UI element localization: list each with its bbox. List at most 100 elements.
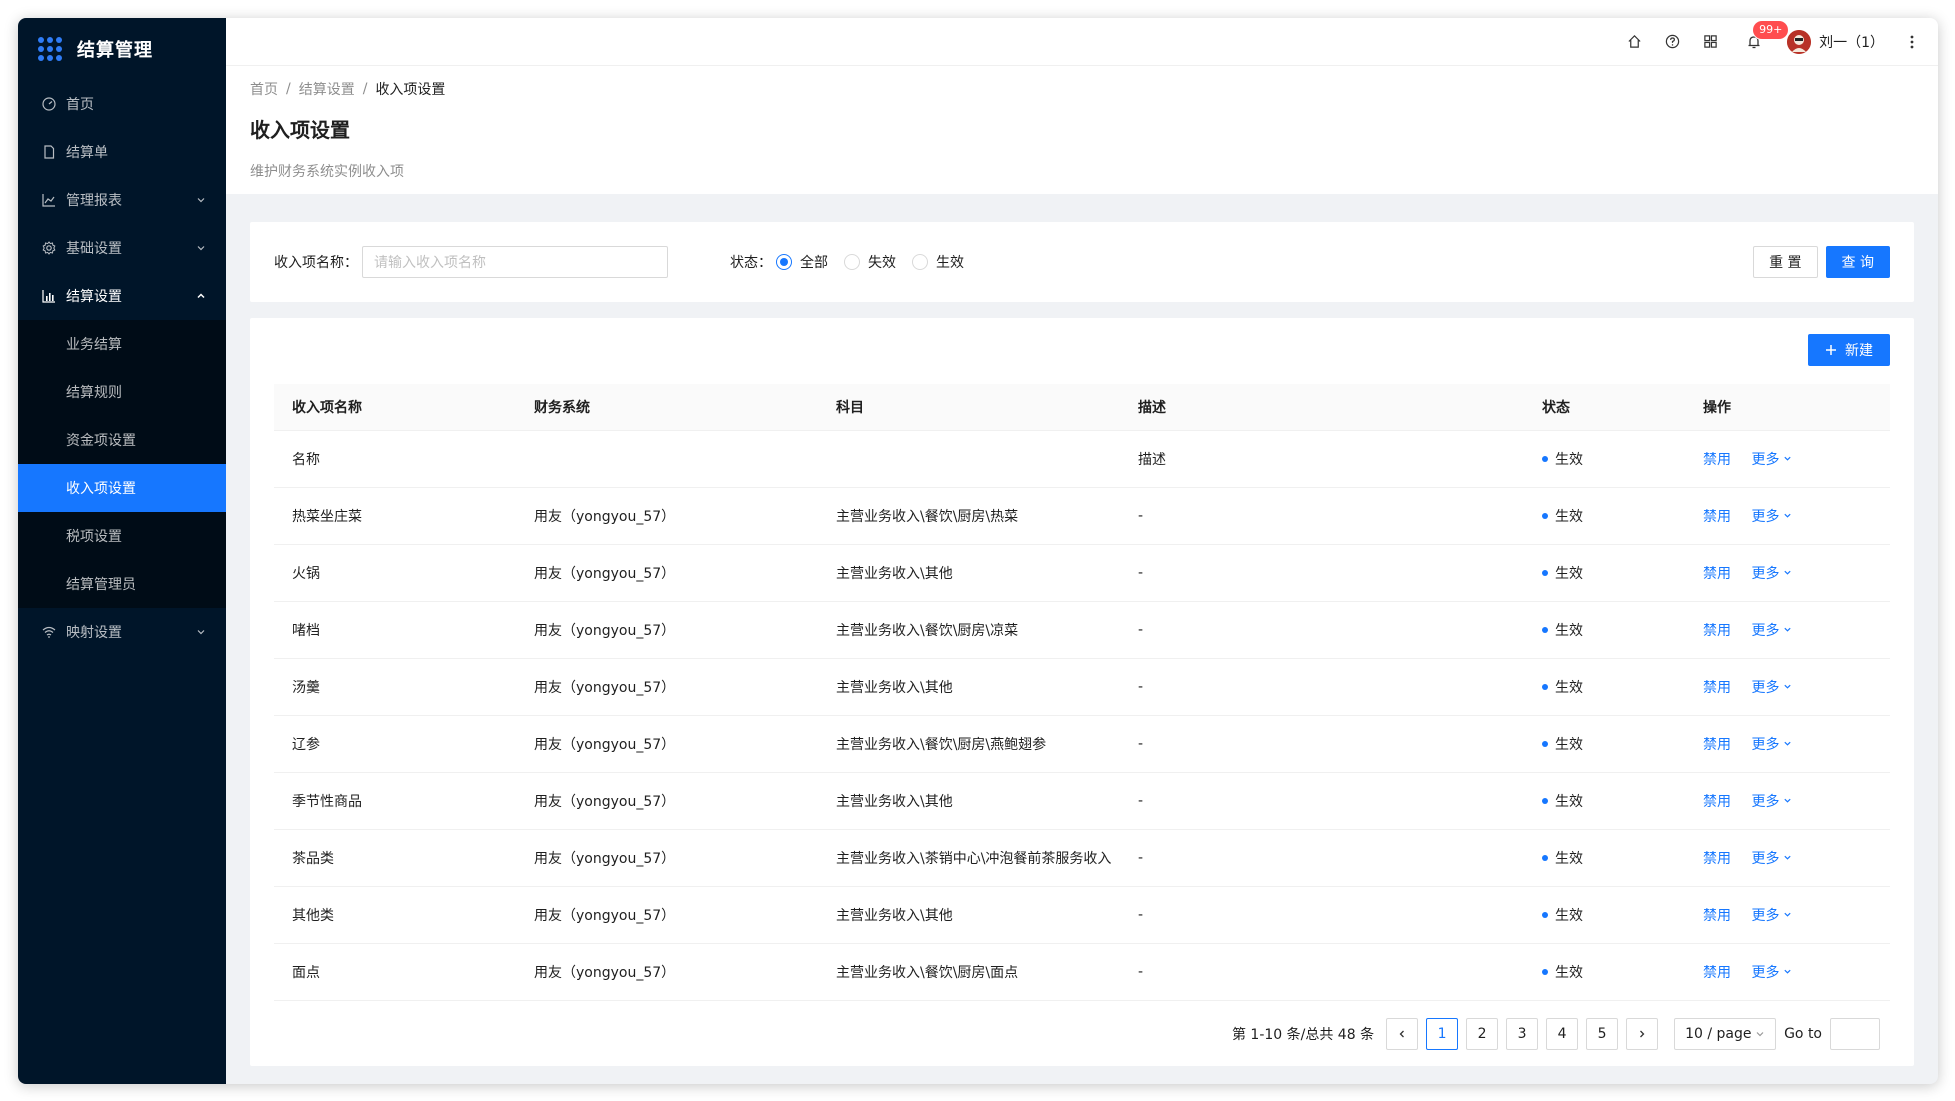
more-dropdown[interactable]: 更多 bbox=[1751, 449, 1792, 469]
prev-page-button[interactable] bbox=[1386, 1018, 1419, 1050]
cell-system: 用友（yongyou_57） bbox=[516, 715, 818, 773]
cell-status: 生效 bbox=[1524, 601, 1685, 659]
query-button[interactable]: 查 询 bbox=[1825, 246, 1890, 278]
disable-link[interactable]: 禁用 bbox=[1703, 680, 1731, 696]
status-dot bbox=[1542, 854, 1548, 861]
pagination: 第 1-10 条/总共 48 条 1 2 3 4 5 10 / page Go … bbox=[1232, 1018, 1880, 1050]
disable-link[interactable]: 禁用 bbox=[1703, 509, 1731, 525]
next-page-button[interactable] bbox=[1626, 1018, 1659, 1050]
chevron-down-icon bbox=[1784, 855, 1792, 860]
sidebar-subitem-settlement-rules[interactable]: 结算规则 bbox=[18, 368, 226, 416]
cell-status: 生效 bbox=[1524, 772, 1685, 830]
more-dropdown[interactable]: 更多 bbox=[1751, 734, 1792, 754]
disable-link[interactable]: 禁用 bbox=[1703, 794, 1731, 810]
user-name: 刘一（1） bbox=[1819, 34, 1884, 51]
income-item-name-input[interactable] bbox=[362, 246, 668, 278]
page-button[interactable]: 4 bbox=[1546, 1018, 1579, 1050]
disable-link[interactable]: 禁用 bbox=[1703, 566, 1731, 582]
disable-link[interactable]: 禁用 bbox=[1703, 965, 1731, 981]
sidebar-item-home[interactable]: 首页 bbox=[18, 80, 226, 128]
reset-button[interactable]: 重 置 bbox=[1753, 246, 1818, 278]
app-logo[interactable]: 结算管理 bbox=[18, 18, 226, 80]
cell-actions: 禁用 更多 bbox=[1685, 715, 1890, 773]
status-text: 生效 bbox=[1555, 907, 1583, 924]
page-button[interactable]: 3 bbox=[1506, 1018, 1539, 1050]
cell-description: - bbox=[1120, 658, 1524, 716]
new-button[interactable]: 新建 bbox=[1808, 334, 1890, 366]
status-badge: 生效 bbox=[1542, 962, 1583, 982]
cell-actions: 禁用 更多 bbox=[1685, 658, 1890, 716]
status-text: 生效 bbox=[1555, 736, 1583, 753]
breadcrumb-home[interactable]: 首页 bbox=[250, 79, 278, 99]
status-text: 生效 bbox=[1555, 793, 1583, 810]
status-badge: 生效 bbox=[1542, 563, 1583, 583]
sidebar-item-label: 结算单 bbox=[66, 145, 108, 161]
sidebar-item-label: 管理报表 bbox=[66, 193, 122, 209]
breadcrumb-settlement-settings[interactable]: 结算设置 bbox=[299, 79, 355, 99]
chevron-left-icon bbox=[1399, 1030, 1405, 1038]
cell-description: - bbox=[1120, 715, 1524, 773]
sidebar-item-label: 映射设置 bbox=[66, 625, 122, 641]
home-icon[interactable] bbox=[1615, 23, 1653, 61]
status-radio-valid[interactable]: 生效 bbox=[912, 252, 964, 272]
pagination-total: 第 1-10 条/总共 48 条 bbox=[1231, 1027, 1375, 1043]
chevron-right-icon bbox=[1640, 1030, 1645, 1038]
status-dot bbox=[1542, 797, 1548, 804]
disable-link[interactable]: 禁用 bbox=[1703, 737, 1731, 753]
apps-icon[interactable] bbox=[1691, 23, 1729, 61]
sidebar-subitem-income-items[interactable]: 收入项设置 bbox=[18, 464, 226, 512]
chevron-down-icon bbox=[1784, 912, 1792, 917]
disable-link[interactable]: 禁用 bbox=[1703, 452, 1731, 468]
chevron-down-icon bbox=[197, 246, 205, 251]
app-title: 结算管理 bbox=[77, 40, 153, 61]
disable-link[interactable]: 禁用 bbox=[1703, 623, 1731, 639]
status-text: 生效 bbox=[1555, 565, 1583, 582]
page-size-select[interactable]: 10 / page bbox=[1674, 1018, 1777, 1050]
sidebar-subitem-tax-items[interactable]: 税项设置 bbox=[18, 512, 226, 560]
user-menu[interactable]: 刘一（1） bbox=[1787, 29, 1884, 54]
more-dropdown[interactable]: 更多 bbox=[1751, 563, 1792, 583]
sidebar-item-reports[interactable]: 管理报表 bbox=[18, 176, 226, 224]
sidebar-subitem-settlement-admins[interactable]: 结算管理员 bbox=[18, 560, 226, 608]
more-dropdown[interactable]: 更多 bbox=[1751, 962, 1792, 982]
status-radio-all[interactable]: 全部 bbox=[776, 252, 828, 272]
sidebar-item-statements[interactable]: 结算单 bbox=[18, 128, 226, 176]
dashboard-icon bbox=[42, 97, 56, 111]
search-form: 收入项名称： 状态： 全部 失效 生效 重 置 查 询 bbox=[250, 222, 1914, 302]
status-dot bbox=[1542, 569, 1548, 576]
page-button[interactable]: 5 bbox=[1586, 1018, 1619, 1050]
help-icon[interactable] bbox=[1653, 23, 1691, 61]
page-button[interactable]: 2 bbox=[1466, 1018, 1499, 1050]
more-dropdown[interactable]: 更多 bbox=[1751, 791, 1792, 811]
cell-name: 热菜坐庄菜 bbox=[274, 487, 516, 545]
sidebar-subitem-fund-items[interactable]: 资金项设置 bbox=[18, 416, 226, 464]
top-header: 99+ 刘一（1） bbox=[226, 18, 1938, 66]
more-vertical-icon[interactable] bbox=[1902, 23, 1922, 61]
table-row: 辽参 用友（yongyou_57） 主营业务收入\餐饮\厨房\燕鲍翅参 - 生效… bbox=[274, 715, 1890, 773]
sidebar-item-basic-settings[interactable]: 基础设置 bbox=[18, 224, 226, 272]
more-dropdown[interactable]: 更多 bbox=[1751, 506, 1792, 526]
cell-subject bbox=[818, 430, 1120, 488]
cell-actions: 禁用 更多 bbox=[1685, 886, 1890, 944]
cell-subject: 主营业务收入\其他 bbox=[818, 886, 1120, 944]
cell-name: 茶品类 bbox=[274, 829, 516, 887]
sidebar-subitem-business-settlement[interactable]: 业务结算 bbox=[18, 320, 226, 368]
notification-bell[interactable]: 99+ bbox=[1735, 20, 1789, 61]
page-button[interactable]: 1 bbox=[1426, 1018, 1459, 1050]
disable-link[interactable]: 禁用 bbox=[1703, 851, 1731, 867]
sidebar: 结算管理 首页 结算单 管理报表 基础设置 结算设置 业务结算 结算规则 资金项… bbox=[18, 18, 226, 1084]
more-dropdown[interactable]: 更多 bbox=[1751, 677, 1792, 697]
goto-page-input[interactable] bbox=[1830, 1018, 1880, 1050]
radio-indicator bbox=[912, 254, 928, 270]
table-row: 火锅 用友（yongyou_57） 主营业务收入\其他 - 生效 禁用 更多 bbox=[274, 544, 1890, 602]
sidebar-item-settlement-settings[interactable]: 结算设置 bbox=[18, 272, 226, 320]
status-radio-invalid[interactable]: 失效 bbox=[844, 252, 896, 272]
status-text: 生效 bbox=[1555, 622, 1583, 639]
more-dropdown[interactable]: 更多 bbox=[1751, 848, 1792, 868]
more-dropdown[interactable]: 更多 bbox=[1751, 620, 1792, 640]
more-dropdown[interactable]: 更多 bbox=[1751, 905, 1792, 925]
disable-link[interactable]: 禁用 bbox=[1703, 908, 1731, 924]
chevron-down-icon bbox=[1784, 570, 1792, 575]
cell-status: 生效 bbox=[1524, 544, 1685, 602]
sidebar-item-mapping-settings[interactable]: 映射设置 bbox=[18, 608, 226, 656]
